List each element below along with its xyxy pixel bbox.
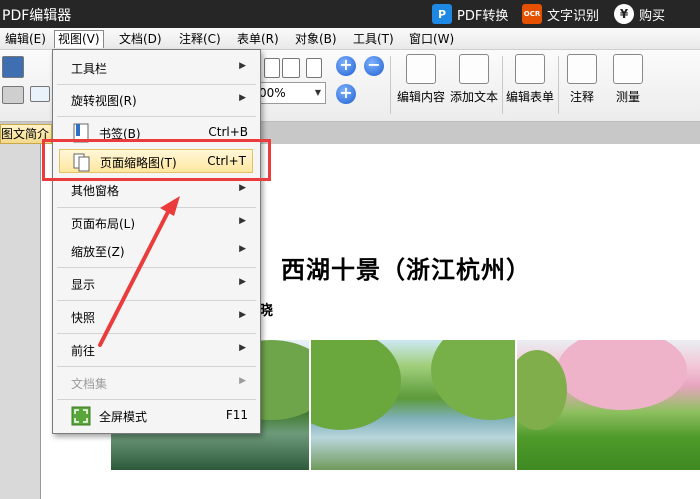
menu-item-go-to[interactable]: 前往 ▶ — [53, 338, 260, 362]
buy-button[interactable]: ¥ 购买 — [614, 3, 665, 25]
highlight-annotation-box — [42, 139, 271, 181]
zoom-out-icon[interactable]: − — [364, 56, 384, 76]
chevron-right-icon: ▶ — [239, 277, 246, 287]
email-icon — [30, 86, 50, 102]
zoom-value: 00% — [259, 86, 286, 100]
menu-window[interactable]: 窗口(W) — [406, 30, 457, 48]
menu-object[interactable]: 对象(B) — [292, 30, 340, 48]
menu-item-rotate-view[interactable]: 旋转视图(R) ▶ — [53, 88, 260, 112]
chevron-right-icon: ▶ — [239, 216, 246, 226]
menu-comment[interactable]: 注释(C) — [176, 30, 224, 48]
pdf-convert-icon: P — [432, 4, 452, 24]
title-bar: PDF编辑器 P PDF转换 OCR 文字识别 ¥ 购买 — [0, 0, 700, 28]
edit-content-button[interactable]: 编辑内容 — [394, 54, 448, 116]
left-panel — [0, 144, 40, 499]
toolbar-divider — [558, 56, 559, 114]
measure-icon — [613, 54, 643, 84]
annotate-label: 注释 — [569, 90, 594, 104]
add-text-button[interactable]: 添加文本 — [448, 54, 500, 116]
buy-label: 购买 — [639, 8, 666, 24]
edit-content-label: 编辑内容 — [396, 90, 445, 104]
fullscreen-icon — [71, 406, 91, 426]
page-subtitle: 晓 — [259, 303, 273, 319]
ocr-button[interactable]: OCR 文字识别 — [522, 3, 599, 25]
menu-item-other-panes[interactable]: 其他窗格 ▶ — [53, 178, 260, 202]
menu-divider — [57, 116, 256, 117]
pdf-convert-label: PDF转换 — [457, 8, 509, 24]
menu-edit[interactable]: 编辑(E) — [2, 30, 49, 48]
measure-button[interactable]: 测量 — [610, 54, 646, 116]
menu-divider — [57, 84, 256, 85]
ocr-label: 文字识别 — [547, 8, 600, 24]
menu-view[interactable]: 视图(V) — [54, 30, 104, 48]
chevron-right-icon: ▶ — [239, 183, 246, 193]
photo-river-willows — [311, 340, 515, 470]
toolbar-divider — [390, 56, 391, 114]
menu-item-snapshot[interactable]: 快照 ▶ — [53, 305, 260, 329]
chevron-right-icon: ▶ — [239, 376, 246, 386]
zoom-in-icon[interactable]: + — [336, 56, 356, 76]
add-text-icon — [459, 54, 489, 84]
menu-divider — [57, 267, 256, 268]
menu-divider — [57, 300, 256, 301]
edit-form-icon — [515, 54, 545, 84]
menu-divider — [57, 333, 256, 334]
edit-form-label: 编辑表单 — [505, 90, 554, 104]
menu-bar: 编辑(E) 视图(V) 文档(D) 注释(C) 表单(R) 对象(B) 工具(T… — [0, 28, 700, 50]
fit-page-icon — [264, 58, 280, 78]
view-menu-dropdown: 工具栏 ▶ 旋转视图(R) ▶ 书签(B) Ctrl+B 页面缩略图(T) Ct… — [52, 49, 261, 434]
chevron-right-icon: ▶ — [239, 93, 246, 103]
pdf-convert-button[interactable]: P PDF转换 — [432, 3, 508, 25]
menu-divider — [57, 366, 256, 367]
zoom-field[interactable]: 00% ▼ — [256, 82, 326, 104]
chevron-right-icon: ▶ — [239, 61, 246, 71]
menu-item-display[interactable]: 显示 ▶ — [53, 272, 260, 296]
menu-divider — [57, 207, 256, 208]
chevron-right-icon: ▶ — [239, 244, 246, 254]
menu-divider — [57, 399, 256, 400]
menu-form[interactable]: 表单(R) — [234, 30, 282, 48]
menu-item-page-layout[interactable]: 页面布局(L) ▶ — [53, 211, 260, 235]
print-icon — [2, 86, 24, 104]
menu-tools[interactable]: 工具(T) — [350, 30, 397, 48]
menu-item-fullscreen[interactable]: 全屏模式 F11 — [53, 404, 260, 428]
menu-item-zoom-to[interactable]: 缩放至(Z) ▶ — [53, 239, 260, 263]
save-icon — [2, 56, 24, 78]
fit-width-icon — [282, 58, 300, 78]
menu-item-toolbar[interactable]: 工具栏 ▶ — [53, 56, 260, 80]
photo-blossom-park — [517, 340, 700, 470]
save-tool[interactable] — [0, 54, 34, 84]
menu-document[interactable]: 文档(D) — [116, 30, 165, 48]
actual-size-icon — [306, 58, 322, 78]
actual-size-tool[interactable] — [304, 54, 338, 84]
toolbar-divider — [502, 56, 503, 114]
chevron-down-icon[interactable]: ▼ — [311, 83, 325, 103]
page-title: 西湖十景（浙江杭州） — [281, 255, 531, 284]
chevron-right-icon: ▶ — [239, 310, 246, 320]
chevron-right-icon: ▶ — [239, 343, 246, 353]
annotate-button[interactable]: 注释 — [564, 54, 600, 116]
ocr-icon: OCR — [522, 4, 542, 24]
measure-label: 测量 — [615, 90, 640, 104]
menu-item-document-set[interactable]: 文档集 ▶ — [53, 371, 260, 395]
edit-content-icon — [406, 54, 436, 84]
app-title: PDF编辑器 — [2, 8, 72, 24]
yen-icon: ¥ — [614, 4, 634, 24]
edit-form-button[interactable]: 编辑表单 — [504, 54, 556, 116]
add-text-label: 添加文本 — [449, 90, 498, 104]
annotate-icon — [567, 54, 597, 84]
zoom-plus-icon[interactable]: + — [336, 84, 356, 104]
